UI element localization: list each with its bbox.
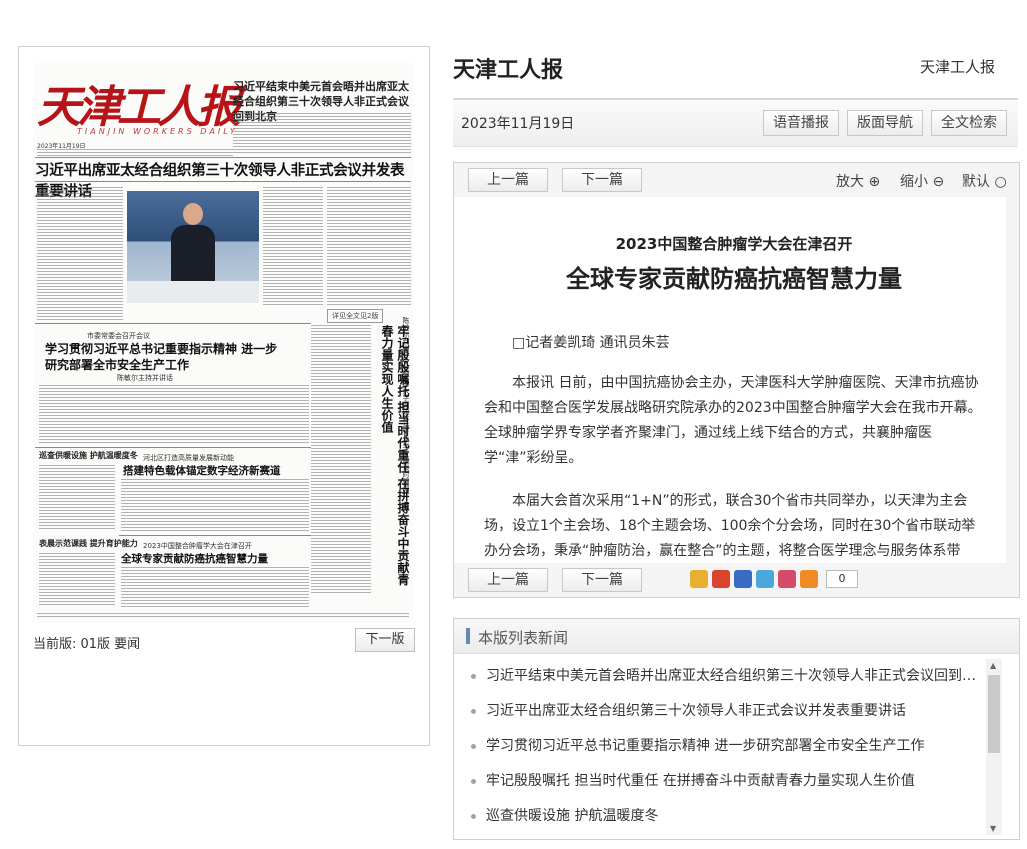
zoom-default-button[interactable]: 默认 ○ xyxy=(962,171,1007,191)
fine-print xyxy=(37,149,233,157)
article-kicker: 2023中国整合肿瘤学大会在津召开 xyxy=(615,235,853,253)
prev-article-button[interactable]: 上一篇 xyxy=(468,568,548,592)
divider xyxy=(119,535,311,536)
front-page-photo[interactable] xyxy=(127,191,259,303)
voice-broadcast-button[interactable]: 语音播报 xyxy=(763,110,839,136)
scroll-thumb[interactable] xyxy=(988,675,1000,753)
article-paragraph: 本届大会首次采用“1+N”的形式，联合30个省市共同举办，以天津为主会场，设立1… xyxy=(484,493,976,559)
photo-person xyxy=(171,203,215,283)
next-article-button[interactable]: 下一篇 xyxy=(562,168,642,192)
news-list-item[interactable]: 巡查供暖设施 护航温暖度冬 xyxy=(454,799,986,834)
tencent-weibo-share-icon[interactable] xyxy=(756,570,774,588)
fine-print xyxy=(263,187,323,307)
news-list-item[interactable]: 牢记殷殷嘱托 担当时代重任 在拼搏奋斗中贡献青春力量实现人生价值 xyxy=(454,764,986,799)
box2-headline-link[interactable]: 表晨示范课践 提升育护能力 xyxy=(39,539,138,549)
news-list: 习近平结束中美元首会晤并出席亚太经合组织第三十次领导人非正式会议回到北京 习近平… xyxy=(454,659,986,834)
next-edition-button[interactable]: 下一版 xyxy=(355,628,415,652)
share-count: 0 xyxy=(826,570,858,588)
section2-byline: 陈敏尔主持并讲话 xyxy=(117,374,173,382)
next-article-button[interactable]: 下一篇 xyxy=(562,568,642,592)
news-list-item[interactable]: 学习贯彻习近平总书记重要指示精神 进一步研究部署全市安全生产工作 xyxy=(454,729,986,764)
scroll-down-icon[interactable]: ▼ xyxy=(990,824,996,833)
news-list-title: 本版列表新闻 xyxy=(478,629,569,647)
fine-print xyxy=(39,553,115,607)
section2-headline-link[interactable]: 学习贯彻习近平总书记重要指示精神 进一步研究部署全市安全生产工作 xyxy=(45,341,285,373)
epaper-page-panel: 天津工人报 TIANJIN WORKERS DAILY 2023年11月19日 … xyxy=(18,46,430,746)
page-navigation-button[interactable]: 版面导航 xyxy=(847,110,923,136)
full-text-search-button[interactable]: 全文检索 xyxy=(931,110,1007,136)
renren-share-icon[interactable] xyxy=(734,570,752,588)
news-list-header: 本版列表新闻 xyxy=(454,619,1019,654)
section3-subtitle: 河北区打造高质量发展新动能 xyxy=(143,454,234,462)
masthead-english: TIANJIN WORKERS DAILY xyxy=(77,127,238,136)
fine-print xyxy=(327,187,411,305)
issue-date: 2023年11月19日 xyxy=(461,116,575,132)
fine-print xyxy=(121,479,309,533)
news-list-item-label: 习近平出席亚太经合组织第三十次领导人非正式会议并发表重要讲话 xyxy=(486,703,906,719)
fine-print xyxy=(39,465,115,531)
fine-print xyxy=(37,187,123,321)
photo-desk xyxy=(127,281,259,303)
zoom-out-button[interactable]: 缩小 ⊖ xyxy=(900,171,944,191)
article-body: 2023中国整合肿瘤学大会在津召开 全球专家贡献防癌抗癌智慧力量 □记者姜凯琦 … xyxy=(454,197,1006,563)
scroll-up-icon[interactable]: ▲ xyxy=(990,661,996,670)
news-list-item-label: 巡查供暖设施 护航温暖度冬 xyxy=(486,808,659,824)
newspaper-page-image[interactable]: 天津工人报 TIANJIN WORKERS DAILY 2023年11月19日 … xyxy=(33,63,413,623)
fine-print xyxy=(39,385,309,445)
section4-headline-link[interactable]: 全球专家贡献防癌抗癌智慧力量 xyxy=(121,551,268,566)
read-more-badge[interactable]: 详见全文见2版 xyxy=(327,309,384,323)
qzone-share-icon[interactable] xyxy=(690,570,708,588)
news-list-item[interactable]: 习近平出席亚太经合组织第三十次领导人非正式会议并发表重要讲话 xyxy=(454,694,986,729)
prev-article-button[interactable]: 上一篇 xyxy=(468,168,548,192)
news-list-scrollbar[interactable]: ▲ ▼ xyxy=(986,659,1002,835)
zoom-in-button[interactable]: 放大 ⊕ xyxy=(836,171,880,191)
fine-print xyxy=(311,325,371,595)
section2-subtitle: 市委常委会召开会议 xyxy=(87,332,150,340)
news-list-item-label: 习近平结束中美元首会晤并出席亚太经合组织第三十次领导人非正式会议回到北京 xyxy=(486,668,986,684)
news-list-item[interactable]: 习近平结束中美元首会晤并出席亚太经合组织第三十次领导人非正式会议回到北京 xyxy=(454,659,986,694)
current-edition-label: 当前版: 01版 要闻 xyxy=(33,637,141,652)
news-list-item-label: 牢记殷殷嘱托 担当时代重任 在拼搏奋斗中贡献青春力量实现人生价值 xyxy=(486,773,915,789)
article-headline: 全球专家贡献防癌抗癌智慧力量 xyxy=(566,265,902,293)
header-accent-bar xyxy=(466,628,470,644)
divider xyxy=(35,157,411,158)
news-list-panel: 本版列表新闻 习近平结束中美元首会晤并出席亚太经合组织第三十次领导人非正式会议回… xyxy=(453,618,1020,840)
news-list-item-label: 学习贯彻习近平总书记重要指示精神 进一步研究部署全市安全生产工作 xyxy=(486,738,925,754)
section4-subtitle: 2023中国整合肿瘤学大会在津召开 xyxy=(143,542,252,550)
more-share-icon[interactable] xyxy=(800,570,818,588)
paper-name-title: 天津工人报 xyxy=(453,58,564,83)
paper-name-link[interactable]: 天津工人报 xyxy=(920,56,995,77)
article-nav-bottom: 上一篇 下一篇 0 xyxy=(454,563,1019,597)
divider xyxy=(35,447,311,448)
toolbar: 2023年11月19日 语音播报 版面导航 全文检索 xyxy=(453,98,1018,147)
box1-headline-link[interactable]: 巡查供暖设施 护航温暖度冬 xyxy=(39,451,138,461)
pengyou-share-icon[interactable] xyxy=(778,570,796,588)
divider xyxy=(35,181,411,182)
article-nav-top: 上一篇 下一篇 放大 ⊕ 缩小 ⊖ 默认 ○ xyxy=(454,163,1019,197)
fine-print xyxy=(233,113,411,155)
weibo-share-icon[interactable] xyxy=(712,570,730,588)
divider xyxy=(35,323,311,324)
article-viewer: 上一篇 下一篇 放大 ⊕ 缩小 ⊖ 默认 ○ 2023中国整合肿瘤学大会在津召开… xyxy=(453,162,1020,598)
article-paragraph: 本报讯 日前，由中国抗癌协会主办，天津医科大学肿瘤医院、天津市抗癌协会和中国整合… xyxy=(484,375,982,466)
article-scrollbar[interactable] xyxy=(1006,197,1019,563)
vertical-headline-link[interactable]: 牢记殷殷嘱托 担当时代重任 在拼搏奋斗中贡献青春力量实现人生价值 xyxy=(375,325,411,595)
section3-headline-link[interactable]: 搭建特色载体锚定数字经济新赛道 xyxy=(123,463,281,478)
fine-print xyxy=(121,567,309,609)
article-byline: □记者姜凯琦 通讯员朱芸 xyxy=(512,335,670,351)
masthead-logo: 天津工人报 xyxy=(37,82,241,133)
fine-print xyxy=(37,613,409,619)
